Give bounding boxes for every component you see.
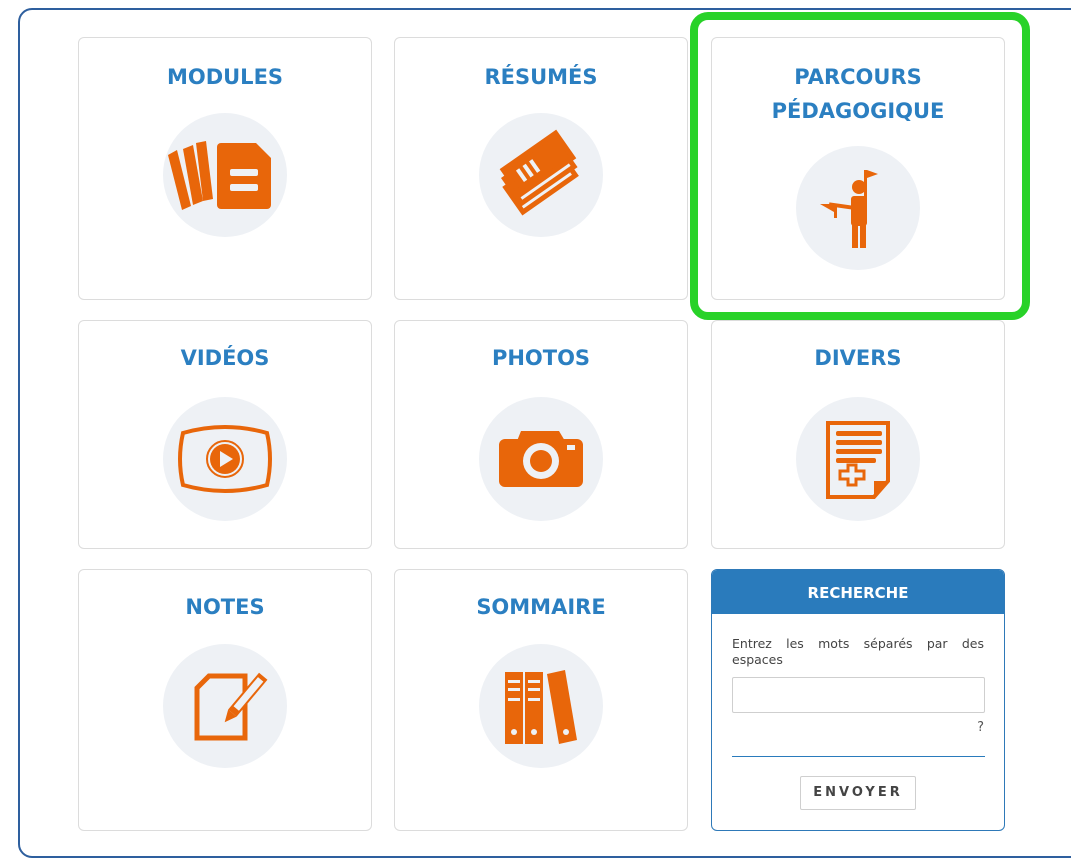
tile-title: DIVERS	[814, 346, 902, 370]
tile-title: VIDÉOS	[180, 346, 270, 370]
search-title: RECHERCHE	[712, 570, 1004, 614]
binders-icon	[479, 644, 603, 768]
tile-divers[interactable]: DIVERS	[711, 320, 1005, 549]
tile-title: PARCOURS PÉDAGOGIQUE	[712, 60, 1004, 128]
tile-title: PHOTOS	[491, 346, 591, 370]
stacked-notes-icon	[479, 113, 603, 237]
guide-with-flags-icon	[796, 146, 920, 270]
tile-notes[interactable]: NOTES	[78, 569, 372, 831]
note-pencil-icon	[163, 644, 287, 768]
tile-title: RÉSUMÉS	[484, 65, 598, 89]
search-panel: RECHERCHE Entrez les mots séparés par de…	[711, 569, 1005, 831]
search-input[interactable]	[732, 677, 985, 713]
tile-videos[interactable]: VIDÉOS	[78, 320, 372, 549]
document-plus-icon	[796, 397, 920, 521]
tile-title-line1: PARCOURS	[794, 65, 922, 89]
tile-title-line2: PÉDAGOGIQUE	[771, 99, 945, 123]
tile-sommaire[interactable]: SOMMAIRE	[394, 569, 688, 831]
tile-parcours-pedagogique[interactable]: PARCOURS PÉDAGOGIQUE	[711, 37, 1005, 300]
video-player-icon	[163, 397, 287, 521]
camera-icon	[479, 397, 603, 521]
search-description: Entrez les mots séparés par des espaces	[732, 636, 984, 667]
submit-button[interactable]: ENVOYER	[800, 776, 916, 810]
divider	[732, 756, 985, 757]
cards-document-icon	[163, 113, 287, 237]
tile-modules[interactable]: MODULES	[78, 37, 372, 300]
tile-title: MODULES	[166, 65, 284, 89]
tile-title: SOMMAIRE	[476, 595, 606, 619]
tile-photos[interactable]: PHOTOS	[394, 320, 688, 549]
tile-title: NOTES	[185, 595, 265, 619]
tile-resumes[interactable]: RÉSUMÉS	[394, 37, 688, 300]
search-help-link[interactable]: ?	[977, 720, 984, 735]
